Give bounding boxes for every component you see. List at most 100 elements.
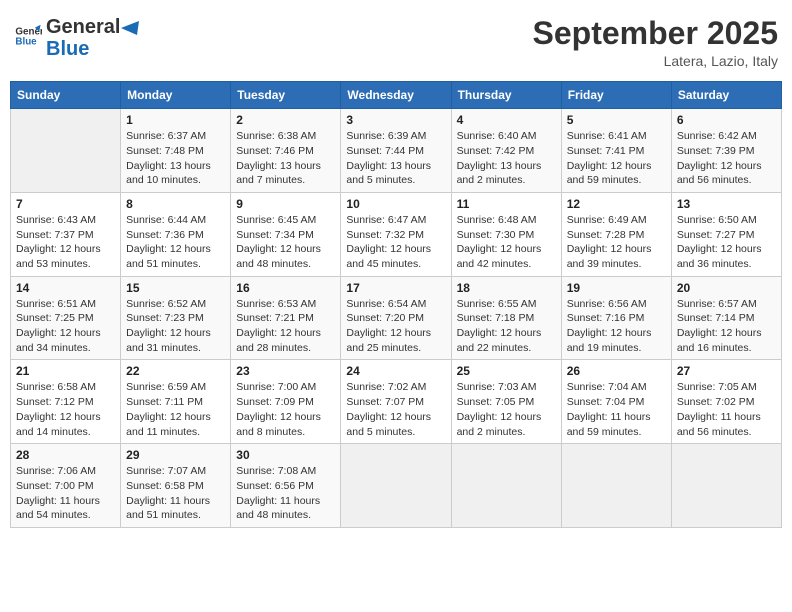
day-cell: 25 Sunrise: 7:03 AMSunset: 7:05 PMDayligh… bbox=[451, 360, 561, 444]
day-cell bbox=[451, 444, 561, 528]
day-cell: 7 Sunrise: 6:43 AMSunset: 7:37 PMDaylight… bbox=[11, 192, 121, 276]
week-row-1: 1 Sunrise: 6:37 AMSunset: 7:48 PMDaylight… bbox=[11, 109, 782, 193]
day-info: Sunrise: 6:45 AMSunset: 7:34 PMDaylight:… bbox=[236, 213, 335, 272]
day-info: Sunrise: 6:57 AMSunset: 7:14 PMDaylight:… bbox=[677, 297, 776, 356]
day-cell: 27 Sunrise: 7:05 AMSunset: 7:02 PMDayligh… bbox=[671, 360, 781, 444]
title-block: September 2025 Latera, Lazio, Italy bbox=[533, 16, 778, 69]
day-cell bbox=[341, 444, 451, 528]
day-cell bbox=[561, 444, 671, 528]
day-info: Sunrise: 7:03 AMSunset: 7:05 PMDaylight:… bbox=[457, 380, 556, 439]
day-cell: 18Sunrise: 6:55 AMSunset: 7:18 PMDayligh… bbox=[451, 276, 561, 360]
day-number: 5 bbox=[567, 113, 666, 127]
day-header-monday: Monday bbox=[121, 82, 231, 109]
day-info: Sunrise: 6:59 AMSunset: 7:11 PMDaylight:… bbox=[126, 380, 225, 439]
day-info: Sunrise: 6:40 AMSunset: 7:42 PMDaylight:… bbox=[457, 129, 556, 188]
week-row-3: 14 Sunrise: 6:51 AMSunset: 7:25 PMDayligh… bbox=[11, 276, 782, 360]
day-info: Sunrise: 6:56 AMSunset: 7:16 PMDaylight:… bbox=[567, 297, 666, 356]
day-number: 19 bbox=[567, 281, 666, 295]
day-cell: 16 Sunrise: 6:53 AMSunset: 7:21 PMDayligh… bbox=[231, 276, 341, 360]
day-cell: 1 Sunrise: 6:37 AMSunset: 7:48 PMDaylight… bbox=[121, 109, 231, 193]
day-header-tuesday: Tuesday bbox=[231, 82, 341, 109]
day-number: 6 bbox=[677, 113, 776, 127]
day-number: 22 bbox=[126, 364, 225, 378]
day-cell: 29 Sunrise: 7:07 AMSunset: 6:58 PMDayligh… bbox=[121, 444, 231, 528]
day-info: Sunrise: 7:04 AMSunset: 7:04 PMDaylight:… bbox=[567, 380, 666, 439]
day-cell bbox=[11, 109, 121, 193]
logo-icon: General Blue bbox=[14, 22, 42, 50]
day-cell: 10 Sunrise: 6:47 AMSunset: 7:32 PMDayligh… bbox=[341, 192, 451, 276]
day-number: 9 bbox=[236, 197, 335, 211]
day-info: Sunrise: 6:47 AMSunset: 7:32 PMDaylight:… bbox=[346, 213, 445, 272]
day-cell: 4 Sunrise: 6:40 AMSunset: 7:42 PMDaylight… bbox=[451, 109, 561, 193]
day-number: 17 bbox=[346, 281, 445, 295]
month-title: September 2025 bbox=[533, 16, 778, 51]
day-number: 3 bbox=[346, 113, 445, 127]
week-row-5: 28Sunrise: 7:06 AMSunset: 7:00 PMDayligh… bbox=[11, 444, 782, 528]
day-number: 4 bbox=[457, 113, 556, 127]
day-number: 16 bbox=[236, 281, 335, 295]
day-info: Sunrise: 6:39 AMSunset: 7:44 PMDaylight:… bbox=[346, 129, 445, 188]
day-cell: 5Sunrise: 6:41 AMSunset: 7:41 PMDaylight… bbox=[561, 109, 671, 193]
day-number: 13 bbox=[677, 197, 776, 211]
day-header-wednesday: Wednesday bbox=[341, 82, 451, 109]
day-cell: 22 Sunrise: 6:59 AMSunset: 7:11 PMDayligh… bbox=[121, 360, 231, 444]
day-info: Sunrise: 6:43 AMSunset: 7:37 PMDaylight:… bbox=[16, 213, 115, 272]
day-info: Sunrise: 6:53 AMSunset: 7:21 PMDaylight:… bbox=[236, 297, 335, 356]
day-info: Sunrise: 6:54 AMSunset: 7:20 PMDaylight:… bbox=[346, 297, 445, 356]
day-number: 18 bbox=[457, 281, 556, 295]
day-cell: 3 Sunrise: 6:39 AMSunset: 7:44 PMDaylight… bbox=[341, 109, 451, 193]
logo-subtext: Blue bbox=[46, 38, 140, 60]
day-cell: 8 Sunrise: 6:44 AMSunset: 7:36 PMDaylight… bbox=[121, 192, 231, 276]
day-info: Sunrise: 6:51 AMSunset: 7:25 PMDaylight:… bbox=[16, 297, 115, 356]
day-cell bbox=[671, 444, 781, 528]
day-cell: 26 Sunrise: 7:04 AMSunset: 7:04 PMDayligh… bbox=[561, 360, 671, 444]
day-header-sunday: Sunday bbox=[11, 82, 121, 109]
day-cell: 2 Sunrise: 6:38 AMSunset: 7:46 PMDaylight… bbox=[231, 109, 341, 193]
day-info: Sunrise: 7:05 AMSunset: 7:02 PMDaylight:… bbox=[677, 380, 776, 439]
svg-text:Blue: Blue bbox=[15, 36, 37, 47]
day-number: 8 bbox=[126, 197, 225, 211]
day-cell: 11Sunrise: 6:48 AMSunset: 7:30 PMDayligh… bbox=[451, 192, 561, 276]
day-number: 24 bbox=[346, 364, 445, 378]
day-number: 25 bbox=[457, 364, 556, 378]
day-cell: 20Sunrise: 6:57 AMSunset: 7:14 PMDayligh… bbox=[671, 276, 781, 360]
day-cell: 21 Sunrise: 6:58 AMSunset: 7:12 PMDayligh… bbox=[11, 360, 121, 444]
day-cell: 17 Sunrise: 6:54 AMSunset: 7:20 PMDayligh… bbox=[341, 276, 451, 360]
day-cell: 15 Sunrise: 6:52 AMSunset: 7:23 PMDayligh… bbox=[121, 276, 231, 360]
day-info: Sunrise: 6:48 AMSunset: 7:30 PMDaylight:… bbox=[457, 213, 556, 272]
day-number: 15 bbox=[126, 281, 225, 295]
day-info: Sunrise: 6:42 AMSunset: 7:39 PMDaylight:… bbox=[677, 129, 776, 188]
day-number: 21 bbox=[16, 364, 115, 378]
day-info: Sunrise: 6:37 AMSunset: 7:48 PMDaylight:… bbox=[126, 129, 225, 188]
day-header-thursday: Thursday bbox=[451, 82, 561, 109]
day-number: 28 bbox=[16, 448, 115, 462]
day-cell: 14 Sunrise: 6:51 AMSunset: 7:25 PMDayligh… bbox=[11, 276, 121, 360]
day-number: 29 bbox=[126, 448, 225, 462]
day-number: 12 bbox=[567, 197, 666, 211]
day-info: Sunrise: 6:52 AMSunset: 7:23 PMDaylight:… bbox=[126, 297, 225, 356]
day-number: 14 bbox=[16, 281, 115, 295]
logo: General Blue General Blue bbox=[14, 16, 140, 60]
day-info: Sunrise: 6:38 AMSunset: 7:46 PMDaylight:… bbox=[236, 129, 335, 188]
day-number: 30 bbox=[236, 448, 335, 462]
day-number: 7 bbox=[16, 197, 115, 211]
day-cell: 9 Sunrise: 6:45 AMSunset: 7:34 PMDaylight… bbox=[231, 192, 341, 276]
day-header-friday: Friday bbox=[561, 82, 671, 109]
day-header-saturday: Saturday bbox=[671, 82, 781, 109]
day-cell: 19 Sunrise: 6:56 AMSunset: 7:16 PMDayligh… bbox=[561, 276, 671, 360]
day-info: Sunrise: 6:44 AMSunset: 7:36 PMDaylight:… bbox=[126, 213, 225, 272]
day-number: 27 bbox=[677, 364, 776, 378]
day-number: 1 bbox=[126, 113, 225, 127]
week-row-2: 7 Sunrise: 6:43 AMSunset: 7:37 PMDaylight… bbox=[11, 192, 782, 276]
day-number: 26 bbox=[567, 364, 666, 378]
logo-text: General bbox=[46, 16, 140, 38]
day-cell: 13Sunrise: 6:50 AMSunset: 7:27 PMDayligh… bbox=[671, 192, 781, 276]
day-number: 10 bbox=[346, 197, 445, 211]
day-info: Sunrise: 6:58 AMSunset: 7:12 PMDaylight:… bbox=[16, 380, 115, 439]
day-info: Sunrise: 7:00 AMSunset: 7:09 PMDaylight:… bbox=[236, 380, 335, 439]
day-info: Sunrise: 7:07 AMSunset: 6:58 PMDaylight:… bbox=[126, 464, 225, 523]
page-header: General Blue General Blue September 2025… bbox=[10, 10, 782, 75]
calendar-body: 1 Sunrise: 6:37 AMSunset: 7:48 PMDaylight… bbox=[11, 109, 782, 528]
day-cell: 30Sunrise: 7:08 AMSunset: 6:56 PMDayligh… bbox=[231, 444, 341, 528]
day-number: 2 bbox=[236, 113, 335, 127]
